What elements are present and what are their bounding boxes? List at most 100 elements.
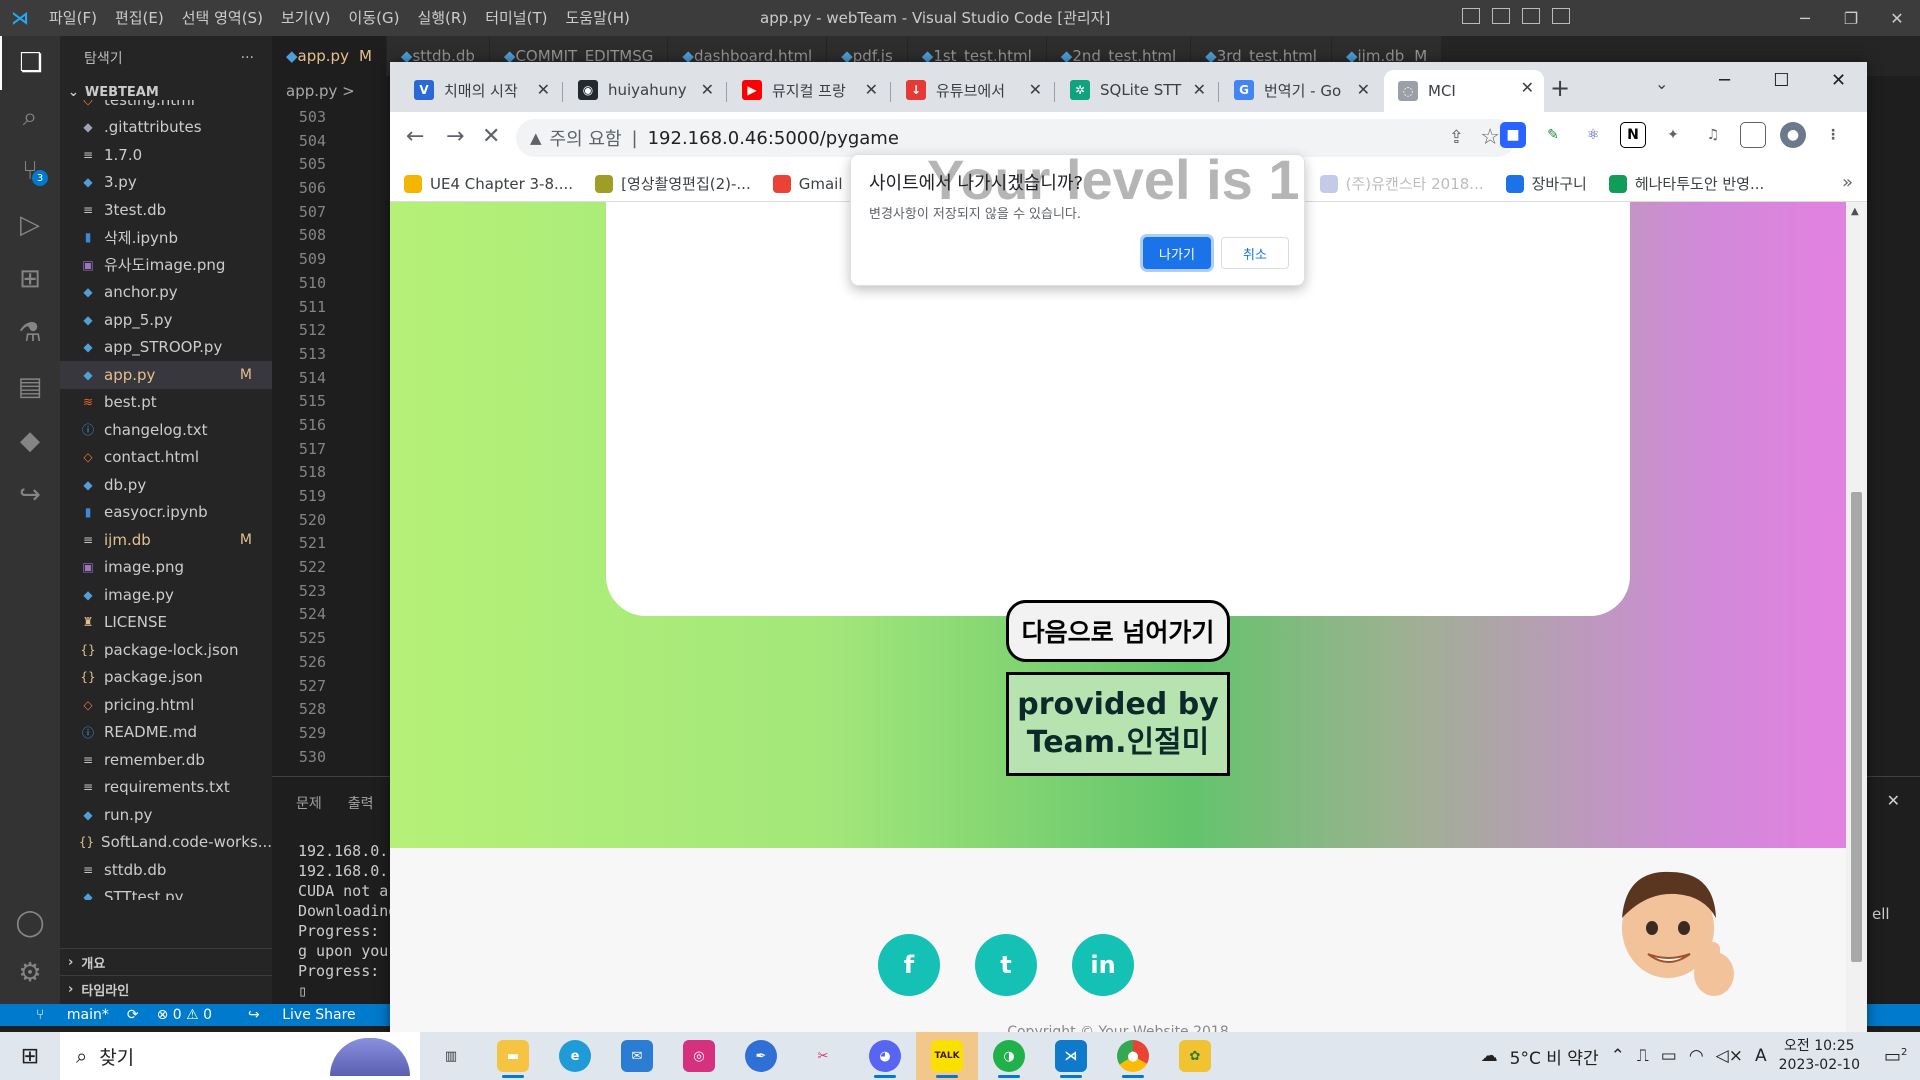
tab-search-chevron-down-icon[interactable]: ⌄ xyxy=(1655,74,1668,93)
file-tree-item[interactable]: ◆ db.py xyxy=(60,471,272,499)
file-tree-item[interactable]: ≡ remember.db xyxy=(60,746,272,774)
file-tree-item[interactable]: ≡ 3test.db xyxy=(60,196,272,224)
tab-close-icon[interactable]: ✕ xyxy=(1357,80,1370,99)
side-panel-icon[interactable] xyxy=(1740,122,1766,148)
source-control-icon[interactable]: ⑂ 3 xyxy=(0,144,60,198)
menu-file[interactable]: 파일(F) xyxy=(40,0,106,36)
python-icon[interactable]: ◆ xyxy=(0,414,60,468)
live-share-icon[interactable]: ↪ xyxy=(0,468,60,522)
scrollbar-thumb[interactable] xyxy=(1851,492,1862,962)
file-tree-item[interactable]: ≋ best.pt xyxy=(60,389,272,417)
outline-section[interactable]: › 개요 xyxy=(60,948,272,975)
file-tree-item[interactable]: ≡ sttdb.db xyxy=(60,856,272,884)
snipping-tool-icon[interactable]: ✂ xyxy=(792,1032,854,1080)
new-tab-button[interactable]: + xyxy=(1550,74,1570,102)
pen-app-icon[interactable]: ✒ xyxy=(730,1032,792,1080)
forward-arrow-icon[interactable]: → xyxy=(446,124,464,149)
profile-avatar[interactable]: ● xyxy=(1780,122,1806,148)
volume-muted-icon[interactable]: ◁× xyxy=(1716,1046,1743,1066)
file-tree-item[interactable]: {} package.json xyxy=(60,664,272,692)
file-tree-item[interactable]: ◆ app_5.py xyxy=(60,306,272,334)
mail-icon[interactable]: ✉ xyxy=(606,1032,668,1080)
vscode-taskbar-icon[interactable]: ⋊ xyxy=(1040,1032,1102,1080)
file-tree-item[interactable]: ▮ 삭제.ipynb xyxy=(60,224,272,252)
facebook-icon[interactable]: f xyxy=(878,934,940,996)
green-app-icon[interactable]: ◑ xyxy=(978,1032,1040,1080)
tab-close-icon[interactable]: ✕ xyxy=(701,80,714,99)
bookmarks-overflow-icon[interactable]: » xyxy=(1842,172,1853,193)
bookmark-item[interactable]: Gmail xyxy=(772,173,842,194)
remote-explorer-icon[interactable]: ▤ xyxy=(0,360,60,414)
page-scrollbar[interactable]: ▲ xyxy=(1846,202,1867,1032)
task-view-icon[interactable]: ▥ xyxy=(420,1032,482,1080)
file-tree-item[interactable]: ◆ anchor.py xyxy=(60,279,272,307)
back-arrow-icon[interactable]: ← xyxy=(406,124,424,149)
weather-icon[interactable]: ☁ xyxy=(1481,1046,1498,1066)
file-tree-item[interactable]: ♜ LICENSE xyxy=(60,609,272,637)
live-share-status[interactable]: ↪ Live Share xyxy=(230,1007,356,1023)
search-icon[interactable]: ⌕ xyxy=(0,90,60,144)
edge-browser-icon[interactable]: e xyxy=(544,1032,606,1080)
close-icon[interactable]: ✕ xyxy=(1810,62,1867,98)
url-text[interactable]: 192.168.0.46:5000/pygame xyxy=(648,128,899,149)
file-tree-item[interactable]: ◆ run.py xyxy=(60,801,272,829)
clock[interactable]: 오전 10:25 2023-02-10 xyxy=(1779,1037,1860,1075)
extensions-puzzle-icon[interactable]: ✦ xyxy=(1660,122,1686,148)
toggle-secondary-sidebar-icon[interactable] xyxy=(1522,8,1540,24)
next-button[interactable]: 다음으로 넘어가기 xyxy=(1006,600,1230,662)
tray-overflow-chevron-up-icon[interactable]: ⌃ xyxy=(1611,1046,1625,1066)
bookmark-item[interactable]: 헤나타투도안 반영... xyxy=(1608,173,1764,194)
explorer-more-icon[interactable]: ··· xyxy=(241,50,254,66)
menu-help[interactable]: 도움말(H) xyxy=(556,0,638,36)
tab-close-icon[interactable]: ✕ xyxy=(865,80,878,99)
wifi-icon[interactable]: ◠ xyxy=(1689,1046,1704,1066)
media-controls-icon[interactable]: ♫ xyxy=(1700,122,1726,148)
editor-tab[interactable]: ◆ app.py M xyxy=(272,36,387,76)
windows-start-icon[interactable]: ⊞ xyxy=(0,1032,60,1080)
extensions-icon[interactable]: ⊞ xyxy=(0,252,60,306)
chrome-tab[interactable]: ▶ 뮤지컬 프랑 ✕ xyxy=(728,72,888,108)
timeline-section[interactable]: › 타임라인 xyxy=(60,975,272,1002)
scroll-up-arrow-icon[interactable]: ▲ xyxy=(1851,206,1859,217)
chrome-tab[interactable]: ◉ huiyahuny ✕ xyxy=(564,72,724,108)
branch-status[interactable]: ⑂ main* xyxy=(18,1007,109,1023)
usb-icon[interactable]: ⎍ xyxy=(1637,1046,1649,1066)
file-tree-item[interactable]: {} package-lock.json xyxy=(60,636,272,664)
kakaotalk-icon[interactable]: TALK xyxy=(916,1032,978,1080)
extension-pen-icon[interactable]: ✎ xyxy=(1540,122,1566,148)
problems-status[interactable]: ⊗ 0 ⚠ 0 xyxy=(157,1007,212,1023)
toggle-panel-icon[interactable] xyxy=(1492,8,1510,24)
file-tree-item[interactable]: ≡ ijm.db M xyxy=(60,526,272,554)
customize-layout-icon[interactable] xyxy=(1552,8,1570,24)
cancel-button[interactable]: 취소 xyxy=(1221,237,1289,269)
bookmark-item[interactable]: 장바구니 xyxy=(1505,173,1587,194)
tab-close-icon[interactable]: ✕ xyxy=(1193,80,1206,99)
restore-icon[interactable]: ❐ xyxy=(1828,0,1874,36)
maximize-icon[interactable]: ☐ xyxy=(1753,62,1810,98)
file-tree-item[interactable]: ▣ image.png xyxy=(60,554,272,582)
bookmark-item[interactable]: (주)유캔스타 2018... xyxy=(1319,173,1484,194)
chrome-tab[interactable]: ◌ MCI ✕ xyxy=(1384,70,1544,112)
notification-center-icon[interactable]: ▭2 xyxy=(1884,1046,1920,1067)
file-tree-item[interactable]: ◇ contact.html xyxy=(60,444,272,472)
file-explorer-icon[interactable]: ▬ xyxy=(482,1032,544,1080)
toggle-sidebar-icon[interactable] xyxy=(1462,8,1480,24)
leave-button[interactable]: 나가기 xyxy=(1143,237,1211,269)
file-tree-item[interactable]: ◆ app_STROOP.py xyxy=(60,334,272,362)
tab-close-icon[interactable]: ✕ xyxy=(537,80,550,99)
file-tree-item[interactable]: ◆ 3.py xyxy=(60,169,272,197)
battery-icon[interactable]: ▭ xyxy=(1661,1046,1677,1066)
menu-edit[interactable]: 편집(E) xyxy=(106,0,173,36)
file-tree-item[interactable]: ◇ testing.html xyxy=(60,100,272,114)
bookmark-item[interactable]: UE4 Chapter 3-8.... xyxy=(404,173,573,194)
bookmark-item[interactable]: [영상촬영편집(2)-... xyxy=(595,173,751,194)
file-tree-item[interactable]: {} SoftLand.code-works... xyxy=(60,829,272,857)
extension-notion-icon[interactable]: N xyxy=(1620,122,1646,148)
chrome-tab[interactable]: ↓ 유튜브에서 ✕ xyxy=(892,72,1052,108)
chrome-taskbar-icon[interactable]: ● xyxy=(1102,1032,1164,1080)
bookmark-star-icon[interactable]: ☆ xyxy=(1480,125,1500,150)
extension-react-icon[interactable]: ⚛ xyxy=(1580,122,1606,148)
file-tree-item[interactable]: ⓘ README.md xyxy=(60,719,272,747)
file-tree-item[interactable]: ◆ STTtest.py xyxy=(60,884,272,900)
tab-output[interactable]: 출력 xyxy=(348,793,374,813)
